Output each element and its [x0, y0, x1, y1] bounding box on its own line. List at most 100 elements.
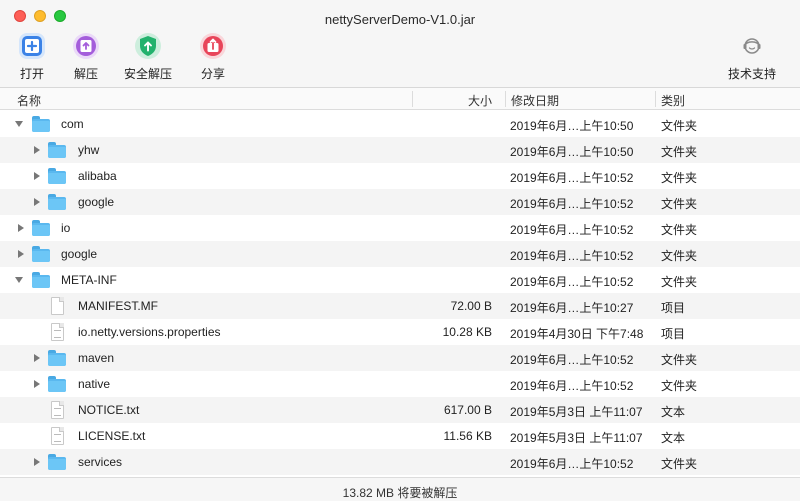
extract-icon — [72, 32, 100, 60]
disclosure-closed-icon[interactable] — [34, 380, 40, 388]
open-button[interactable]: 打开 — [18, 32, 46, 82]
item-name: NOTICE.txt — [78, 403, 140, 417]
disclosure-closed-icon[interactable] — [34, 198, 40, 206]
item-name: com — [61, 117, 84, 131]
share-button[interactable]: 分享 — [199, 32, 227, 82]
share-label: 分享 — [200, 67, 225, 81]
item-kind: 文件夹 — [661, 457, 698, 471]
column-divider[interactable] — [412, 91, 413, 107]
extract-button[interactable]: 解压 — [72, 32, 100, 82]
status-bar: 13.82 MB 将要被解压 — [0, 477, 800, 501]
item-name: LICENSE.txt — [78, 429, 146, 443]
list-item[interactable]: native 2019年6月…上午10:52 文件夹 — [0, 371, 800, 397]
folder-icon — [32, 271, 50, 289]
folder-icon — [32, 245, 50, 263]
list-item[interactable]: NOTICE.txt 617.00 B 2019年5月3日 上午11:07 文本 — [0, 397, 800, 423]
list-item[interactable]: google 2019年6月…上午10:52 文件夹 — [0, 189, 800, 215]
list-item[interactable]: MANIFEST.MF 72.00 B 2019年6月…上午10:27 项目 — [0, 293, 800, 319]
disclosure-closed-icon[interactable] — [34, 354, 40, 362]
item-name: MANIFEST.MF — [78, 299, 158, 313]
list-item[interactable]: google 2019年6月…上午10:52 文件夹 — [0, 241, 800, 267]
item-name: io — [61, 221, 71, 235]
list-item[interactable]: io 2019年6月…上午10:52 文件夹 — [0, 215, 800, 241]
item-kind: 文本 — [661, 431, 686, 445]
status-text: 13.82 MB 将要被解压 — [342, 486, 458, 500]
column-size[interactable]: 大小 — [468, 92, 492, 109]
column-divider[interactable] — [655, 91, 656, 107]
list-item[interactable]: META-INF 2019年6月…上午10:52 文件夹 — [0, 267, 800, 293]
list-item[interactable]: maven 2019年6月…上午10:52 文件夹 — [0, 345, 800, 371]
disclosure-open-icon[interactable] — [15, 277, 23, 283]
item-date: 2019年5月3日 上午11:07 — [510, 405, 643, 419]
item-date: 2019年6月…上午10:52 — [510, 275, 634, 289]
open-icon — [18, 32, 46, 60]
disclosure-closed-icon[interactable] — [18, 250, 24, 258]
disclosure-closed-icon[interactable] — [34, 458, 40, 466]
open-label: 打开 — [19, 67, 44, 81]
item-name: alibaba — [78, 169, 117, 183]
item-kind: 文件夹 — [661, 275, 698, 289]
text-file-icon — [48, 427, 66, 445]
folder-icon — [48, 141, 66, 159]
file-list: com 2019年6月…上午10:50 文件夹 yhw 2019年6月…上午10… — [0, 111, 800, 475]
disclosure-closed-icon[interactable] — [18, 224, 24, 232]
item-date: 2019年6月…上午10:50 — [510, 145, 634, 159]
item-name: maven — [78, 351, 115, 365]
item-name: native — [78, 377, 111, 391]
document-icon — [48, 297, 66, 315]
item-kind: 文件夹 — [661, 249, 698, 263]
folder-icon — [48, 167, 66, 185]
list-item[interactable]: io.netty.versions.properties 10.28 KB 20… — [0, 319, 800, 345]
item-name: META-INF — [61, 273, 117, 287]
item-name: services — [78, 455, 123, 469]
item-kind: 文件夹 — [661, 171, 698, 185]
item-date: 2019年6月…上午10:52 — [510, 171, 634, 185]
item-name: yhw — [78, 143, 100, 157]
item-date: 2019年6月…上午10:52 — [510, 379, 634, 393]
share-icon — [199, 32, 227, 60]
list-item[interactable]: alibaba 2019年6月…上午10:52 文件夹 — [0, 163, 800, 189]
column-name[interactable]: 名称 — [17, 92, 41, 109]
list-item[interactable]: LICENSE.txt 11.56 KB 2019年5月3日 上午11:07 文… — [0, 423, 800, 449]
disclosure-closed-icon[interactable] — [34, 146, 40, 154]
item-date: 2019年6月…上午10:52 — [510, 353, 634, 367]
column-divider[interactable] — [505, 91, 506, 107]
list-item[interactable]: yhw 2019年6月…上午10:50 文件夹 — [0, 137, 800, 163]
app-window: nettyServerDemo-V1.0.jar 打开 解压 安全解压 分享 技… — [0, 0, 800, 501]
item-kind: 项目 — [661, 327, 686, 341]
folder-icon — [48, 375, 66, 393]
item-date: 2019年5月3日 上午11:07 — [510, 431, 643, 445]
folder-icon — [32, 115, 50, 133]
item-size: 10.28 KB — [442, 325, 492, 339]
item-kind: 文本 — [661, 405, 686, 419]
list-item[interactable]: com 2019年6月…上午10:50 文件夹 — [0, 111, 800, 137]
item-date: 2019年6月…上午10:50 — [510, 119, 634, 133]
disclosure-open-icon[interactable] — [15, 121, 23, 127]
disclosure-closed-icon[interactable] — [34, 172, 40, 180]
item-kind: 文件夹 — [661, 119, 698, 133]
list-item[interactable]: services 2019年6月…上午10:52 文件夹 — [0, 449, 800, 475]
folder-icon — [48, 453, 66, 471]
item-date: 2019年6月…上午10:52 — [510, 197, 634, 211]
folder-icon — [32, 219, 50, 237]
extract-label: 解压 — [73, 67, 98, 81]
safe-extract-button[interactable]: 安全解压 — [124, 32, 172, 82]
column-header: 名称 大小 修改日期 类别 — [0, 88, 800, 110]
column-modified[interactable]: 修改日期 — [511, 92, 559, 109]
item-date: 2019年4月30日 下午7:48 — [510, 327, 644, 341]
item-kind: 文件夹 — [661, 379, 698, 393]
item-date: 2019年6月…上午10:27 — [510, 301, 634, 315]
support-button[interactable]: 技术支持 — [728, 32, 776, 82]
item-kind: 文件夹 — [661, 353, 698, 367]
toolbar: nettyServerDemo-V1.0.jar 打开 解压 安全解压 分享 技… — [0, 0, 800, 88]
support-label: 技术支持 — [728, 67, 777, 81]
column-kind[interactable]: 类别 — [661, 92, 685, 109]
properties-file-icon — [48, 323, 66, 341]
item-size: 617.00 B — [443, 403, 492, 417]
item-kind: 项目 — [661, 301, 686, 315]
item-kind: 文件夹 — [661, 197, 698, 211]
shield-icon — [134, 32, 162, 60]
item-name: io.netty.versions.properties — [78, 325, 221, 339]
window-title: nettyServerDemo-V1.0.jar — [324, 12, 476, 27]
headset-icon — [738, 32, 766, 60]
